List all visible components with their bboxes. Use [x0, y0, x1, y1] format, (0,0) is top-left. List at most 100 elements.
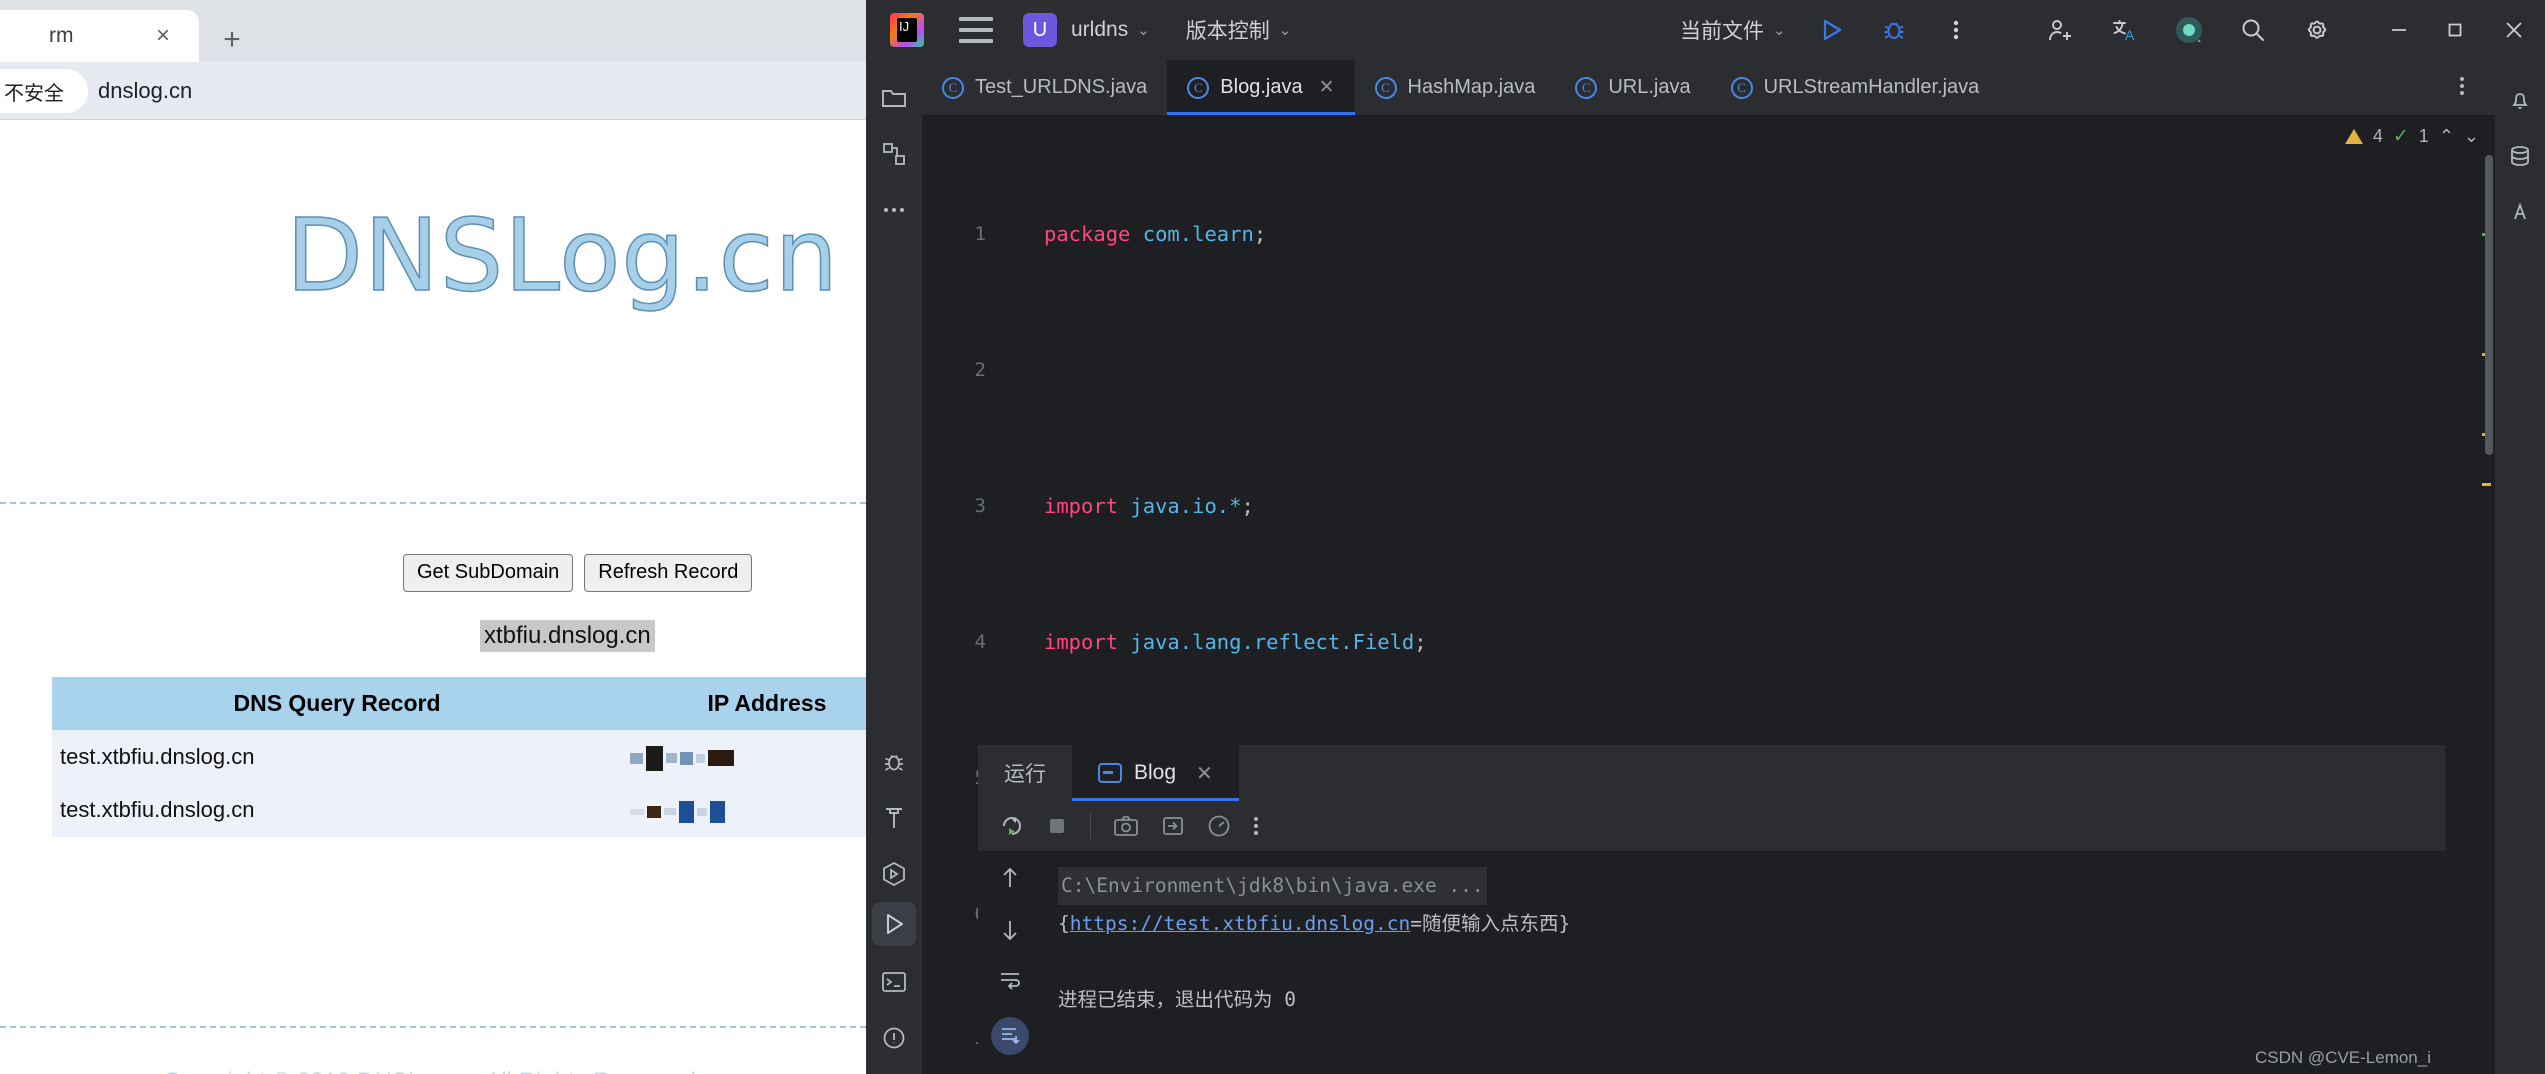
project-selector[interactable]: urldns ⌄	[1057, 18, 1150, 42]
run-tool-icon[interactable]	[866, 846, 922, 902]
console-output[interactable]: C:\Environment\jdk8\bin\java.exe ... {ht…	[978, 851, 2445, 1074]
build-hammer-icon[interactable]	[866, 790, 922, 846]
vcs-selector[interactable]: 版本控制 ⌄	[1172, 15, 1292, 45]
run-active-icon[interactable]	[872, 902, 916, 946]
scroll-up-icon[interactable]	[999, 865, 1021, 891]
tool-tab-run[interactable]: 运行	[978, 745, 1072, 801]
more-horizontal-icon[interactable]	[866, 182, 922, 238]
inspection-widget[interactable]: 4 ✓ 1 ⌃ ⌄	[2344, 125, 2479, 148]
get-subdomain-button[interactable]: Get SubDomain	[403, 554, 574, 592]
profiler-icon[interactable]	[1207, 814, 1231, 838]
tool-tab-label: Blog	[1134, 761, 1177, 784]
search-icon[interactable]	[2233, 10, 2273, 50]
column-header-record: DNS Query Record	[52, 677, 622, 730]
code-line: 2	[922, 353, 2495, 387]
scroll-down-icon[interactable]	[999, 917, 1021, 943]
maximize-icon[interactable]	[2427, 10, 2483, 50]
editor-tab-hashmap[interactable]: C HashMap.java	[1355, 60, 1556, 115]
editor-area: C Test_URLDNS.java C Blog.java ✕ C HashM…	[922, 60, 2495, 1074]
line-number: 1	[974, 223, 986, 245]
debug-icon[interactable]	[866, 734, 922, 790]
editor-tab-blog[interactable]: C Blog.java ✕	[1167, 60, 1355, 115]
console-icon	[1098, 763, 1122, 783]
debug-icon[interactable]	[1874, 10, 1914, 50]
close-icon[interactable]: ✕	[1196, 761, 1213, 786]
code-line: 4 import java.lang.reflect.Field;	[922, 625, 2495, 659]
subdomain-value[interactable]: xtbfiu.dnslog.cn	[480, 620, 655, 652]
gutter-marker	[1000, 625, 1036, 659]
ai-assistant-icon[interactable]	[2495, 184, 2545, 240]
close-icon[interactable]: ✕	[1319, 76, 1335, 99]
scroll-to-end-icon[interactable]	[991, 1017, 1029, 1055]
minimize-icon[interactable]	[2371, 10, 2427, 50]
vcs-label: 版本控制	[1185, 20, 1270, 43]
line-number: 4	[974, 631, 986, 653]
soft-wrap-icon[interactable]	[998, 969, 1022, 991]
translate-icon[interactable]: A	[2105, 10, 2145, 50]
gutter-marker	[1000, 489, 1036, 523]
column-header-ip: IP Address	[622, 677, 866, 730]
editor-tab-urlstreamhandler[interactable]: C URLStreamHandler.java	[1711, 60, 2000, 115]
vertical-scrollbar[interactable]	[2485, 155, 2493, 455]
chevron-down-icon: ⌄	[1137, 22, 1150, 39]
dnslog-logo: DNSLog.cn	[285, 196, 840, 315]
more-vertical-icon[interactable]	[1936, 10, 1976, 50]
dnslog-page: DNSLog.cn Get SubDomain Refresh Record x…	[0, 119, 866, 1074]
divider-top	[0, 502, 866, 504]
terminal-icon[interactable]	[866, 954, 922, 1010]
close-icon[interactable]: ×	[149, 22, 177, 50]
console-value: =随便输入点东西}	[1410, 912, 1571, 935]
tool-window-tabs: 运行 Blog ✕	[978, 745, 2445, 801]
export-icon[interactable]	[1161, 815, 1185, 837]
run-icon[interactable]	[1812, 10, 1852, 50]
code-text: package com.learn;	[1044, 222, 1267, 246]
tool-tab-blog[interactable]: Blog ✕	[1072, 745, 1239, 801]
more-vertical-icon[interactable]	[1253, 815, 1259, 837]
divider-bottom	[0, 1026, 866, 1028]
stop-icon[interactable]	[1046, 815, 1068, 837]
project-folder-icon[interactable]	[866, 70, 922, 126]
rerun-icon[interactable]	[1000, 814, 1024, 838]
chevron-up-icon[interactable]: ⌃	[2439, 126, 2454, 147]
console-brace-open: {	[1058, 912, 1070, 935]
gutter-marker	[1000, 217, 1036, 251]
main-menu-icon[interactable]	[959, 17, 993, 43]
security-badge[interactable]: 不安全	[0, 69, 88, 113]
run-configuration-selector[interactable]: 当前文件 ⌄	[1666, 15, 1786, 45]
structure-icon[interactable]	[866, 126, 922, 182]
more-vertical-icon[interactable]	[2459, 74, 2487, 98]
tool-tab-label: 运行	[1004, 763, 1046, 786]
add-user-icon[interactable]	[2041, 10, 2081, 50]
avatar-icon[interactable]	[2169, 10, 2209, 50]
cell-record: test.xtbfiu.dnslog.cn	[52, 783, 622, 837]
console-result-line: {https://test.xtbfiu.dnslog.cn=随便输入点东西}	[1058, 905, 2445, 943]
url-text[interactable]: dnslog.cn	[98, 78, 192, 104]
editor-tab-label: URLStreamHandler.java	[1763, 76, 1980, 98]
check-icon: ✓	[2392, 126, 2409, 147]
close-icon[interactable]	[2483, 10, 2545, 50]
notifications-bell-icon[interactable]	[2495, 72, 2545, 128]
browser-tab[interactable]: rm ×	[0, 10, 199, 62]
refresh-record-button[interactable]: Refresh Record	[584, 554, 753, 592]
settings-gear-icon[interactable]	[2297, 10, 2337, 50]
editor-tab-test-urldns[interactable]: C Test_URLDNS.java	[922, 60, 1167, 115]
new-tab-button[interactable]: +	[212, 20, 252, 60]
chevron-down-icon: ⌄	[1773, 22, 1786, 39]
project-badge[interactable]: U	[1023, 13, 1057, 47]
problems-icon[interactable]	[866, 1010, 922, 1066]
watermark-text: CSDN @CVE-Lemon_i	[2255, 1048, 2431, 1067]
chevron-down-icon[interactable]: ⌄	[2464, 126, 2479, 147]
browser-tab-strip: rm × +	[0, 0, 866, 62]
console-command: C:\Environment\jdk8\bin\java.exe ...	[1058, 867, 1487, 905]
left-rail-bottom-group	[866, 734, 922, 1074]
copyright-text: Copyright © 2019 DNSLog.cn All Rights Re…	[0, 1068, 866, 1074]
database-icon[interactable]	[2495, 128, 2545, 184]
camera-icon[interactable]	[1113, 815, 1139, 837]
cell-record: test.xtbfiu.dnslog.cn	[52, 730, 622, 784]
run-controls: 当前文件 ⌄	[1666, 10, 1976, 50]
editor-tab-url[interactable]: C URL.java	[1555, 60, 1710, 115]
console-text: C:\Environment\jdk8\bin\java.exe ... {ht…	[1042, 851, 2445, 1074]
line-number: 3	[974, 495, 986, 517]
console-link[interactable]: https://test.xtbfiu.dnslog.cn	[1070, 912, 1410, 935]
dnslog-button-row: Get SubDomain Refresh Record	[403, 554, 753, 592]
